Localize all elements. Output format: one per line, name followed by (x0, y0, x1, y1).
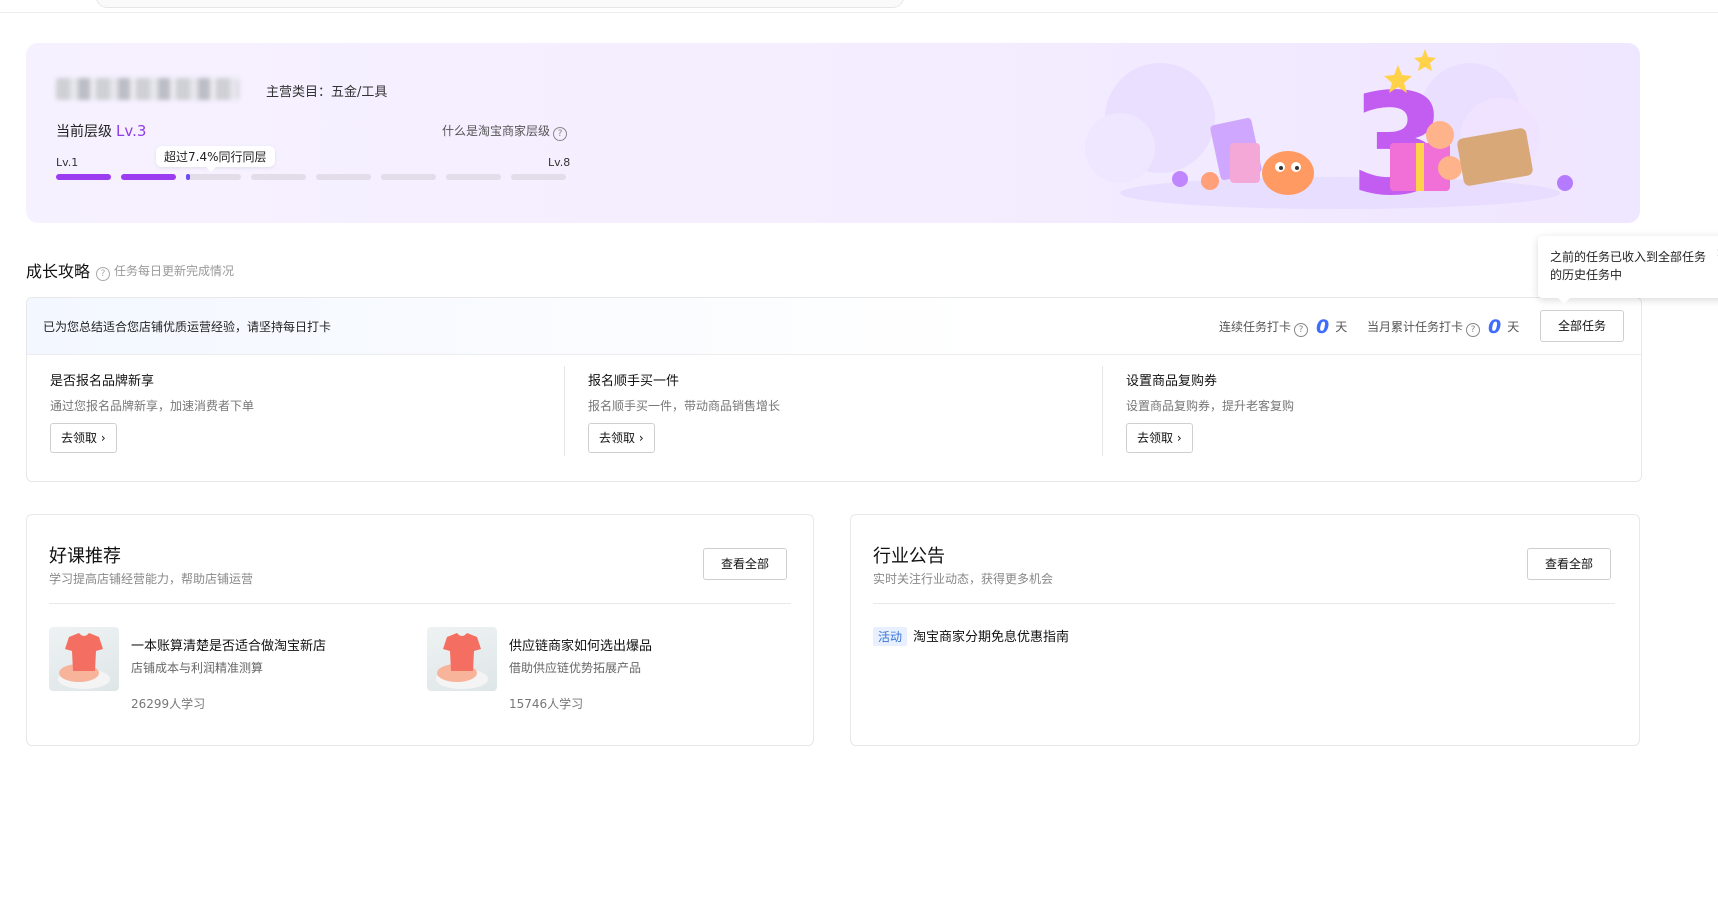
course-title: 一本账算清楚是否适合做淘宝新店 (131, 639, 327, 654)
level-start-label: Lv.1 (56, 156, 79, 169)
level-segment-fill (186, 174, 190, 180)
chevron-right-icon: › (100, 431, 106, 445)
claim-task-label: 去领取 (61, 431, 98, 445)
task-desc: 通过您报名品牌新享，加速消费者下单 (50, 399, 255, 413)
course-card-subtitle: 学习提高店铺经营能力，帮助店铺运营 (49, 572, 254, 586)
claim-task-label: 去领取 (1137, 431, 1174, 445)
chevron-right-icon: › (638, 431, 644, 445)
course-desc: 借助供应链优势拓展产品 (509, 661, 642, 675)
course-thumbnail (427, 627, 497, 691)
month-unit: 天 (1507, 320, 1520, 334)
task-title: 设置商品复购券 (1126, 374, 1218, 389)
main-category: 主营类目：五金/工具 (266, 85, 388, 100)
course-desc: 店铺成本与利润精准测算 (131, 661, 264, 675)
news-item[interactable]: 活动 淘宝商家分期免息优惠指南 (873, 626, 1069, 646)
question-icon[interactable]: ? (1466, 323, 1481, 337)
level-segment (381, 174, 436, 180)
level-segment (56, 174, 111, 180)
course-card-title: 好课推荐 (49, 546, 121, 567)
industry-news-card: 行业公告 实时关注行业动态，获得更多机会 查看全部 活动 淘宝商家分期免息优惠指南 (850, 514, 1640, 746)
claim-task-button[interactable]: 去领取 › (588, 423, 655, 453)
level-segment (511, 174, 566, 180)
task-desc: 设置商品复购券，提升老客复购 (1126, 399, 1295, 413)
card-divider (873, 603, 1615, 604)
course-learners: 15746人学习 (509, 697, 584, 711)
what-is-level-label: 什么是淘宝商家层级 (442, 124, 551, 138)
course-thumbnail (49, 627, 119, 691)
news-card-subtitle: 实时关注行业动态，获得更多机会 (873, 572, 1054, 586)
claim-task-label: 去领取 (599, 431, 636, 445)
level-progress-bar (56, 174, 576, 180)
course-recommend-card: 好课推荐 学习提高店铺经营能力，帮助店铺运营 查看全部 一本账算清楚是否适合做淘… (26, 514, 814, 746)
level-illustration: 3 (1085, 49, 1573, 223)
task-title: 是否报名品牌新享 (50, 374, 155, 389)
level-end-label: Lv.8 (548, 156, 571, 169)
all-tasks-button[interactable]: 全部任务 (1540, 310, 1624, 342)
tasks-header: 已为您总结适合您店铺优质运营经验，请坚持每日打卡 连续任务打卡? 0 天 当月累计任… (27, 298, 1641, 355)
claim-task-button[interactable]: 去领取 › (50, 423, 117, 453)
task-item: 报名顺手买一件 报名顺手买一件，带动商品销售增长 去领取 › (588, 370, 1048, 470)
course-item[interactable]: 供应链商家如何选出爆品 借助供应链优势拓展产品 15746人学习 (427, 627, 767, 711)
question-icon[interactable]: ? (1294, 323, 1309, 337)
growth-strategy-subtitle: ? 任务每日更新完成情况 (96, 262, 234, 281)
what-is-level-link[interactable]: 什么是淘宝商家层级? (442, 122, 568, 141)
history-tasks-popover: 之前的任务已收入到全部任务的历史任务中 ✕ (1538, 236, 1718, 304)
task-item: 是否报名品牌新享 通过您报名品牌新享，加速消费者下单 去领取 › (50, 370, 510, 470)
month-label: 当月累计任务打卡 (1367, 320, 1464, 334)
column-divider (1102, 366, 1103, 456)
news-title: 淘宝商家分期免息优惠指南 (913, 630, 1070, 645)
growth-subtitle-text: 任务每日更新完成情况 (114, 264, 235, 278)
task-title: 报名顺手买一件 (588, 374, 680, 389)
current-level-label: 当前层级 (56, 124, 112, 140)
question-icon[interactable]: ? (96, 267, 110, 281)
level-segment (121, 174, 176, 180)
streak-counter: 连续任务打卡? 0 天 (1219, 316, 1347, 338)
view-all-courses-button[interactable]: 查看全部 (703, 548, 787, 580)
growth-strategy-title: 成长攻略 (26, 262, 91, 281)
streak-label: 连续任务打卡 (1219, 320, 1292, 334)
task-item: 设置商品复购券 设置商品复购券，提升老客复购 去领取 › (1126, 370, 1586, 470)
course-title: 供应链商家如何选出爆品 (509, 639, 653, 654)
shop-name-blurred (56, 78, 239, 100)
top-bar (0, 0, 1718, 13)
streak-unit: 天 (1335, 320, 1348, 334)
streak-value: 0 (1316, 316, 1330, 338)
question-icon: ? (553, 127, 568, 141)
level-segment (316, 174, 371, 180)
course-item[interactable]: 一本账算清楚是否适合做淘宝新店 店铺成本与利润精准测算 26299人学习 (49, 627, 389, 711)
month-counter: 当月累计任务打卡? 0 天 (1367, 316, 1519, 338)
news-card-title: 行业公告 (873, 546, 945, 567)
level-segment (186, 174, 241, 180)
news-tag: 活动 (873, 627, 908, 646)
card-divider (49, 603, 791, 604)
level-segment (446, 174, 501, 180)
tasks-note: 已为您总结适合您店铺优质运营经验，请坚持每日打卡 (43, 320, 332, 334)
view-all-news-button[interactable]: 查看全部 (1527, 548, 1611, 580)
search-bar[interactable] (96, 0, 904, 8)
level-banner: 主营类目：五金/工具 当前层级 Lv.3 什么是淘宝商家层级? 超过7.4%同行同… (26, 43, 1640, 223)
level-segment (251, 174, 306, 180)
claim-task-button[interactable]: 去领取 › (1126, 423, 1193, 453)
column-divider (564, 366, 565, 456)
month-value: 0 (1488, 316, 1502, 338)
task-desc: 报名顺手买一件，带动商品销售增长 (588, 399, 781, 413)
beat-percentage-tooltip: 超过7.4%同行同层 (156, 146, 275, 172)
popover-text: 之前的任务已收入到全部任务的历史任务中 (1550, 250, 1707, 282)
current-level: 当前层级 Lv.3 (56, 121, 146, 141)
tasks-card: 已为您总结适合您店铺优质运营经验，请坚持每日打卡 连续任务打卡? 0 天 当月累计任… (26, 297, 1642, 482)
chevron-right-icon: › (1176, 431, 1182, 445)
current-level-value: Lv.3 (116, 122, 147, 140)
course-learners: 26299人学习 (131, 697, 206, 711)
